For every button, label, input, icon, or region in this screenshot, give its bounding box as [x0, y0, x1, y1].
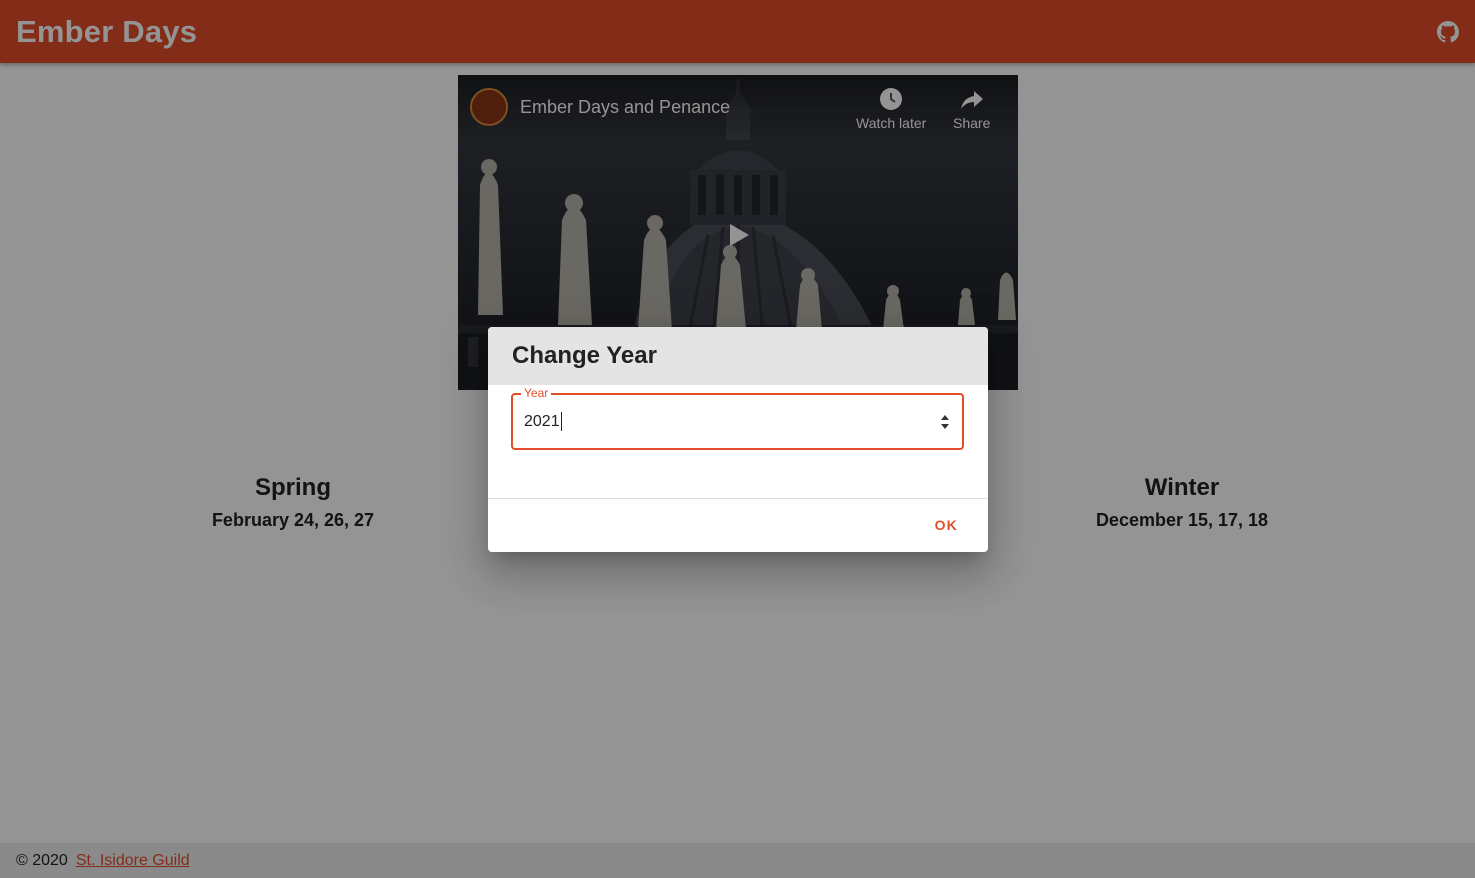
dialog-actions: OK	[488, 499, 988, 551]
year-input-value: 2021	[524, 412, 560, 430]
dialog-body: Year 2021	[488, 385, 988, 499]
ok-button[interactable]: OK	[927, 511, 966, 539]
dialog-header: Change Year	[488, 327, 988, 385]
text-cursor	[560, 412, 562, 431]
number-stepper-icon[interactable]	[940, 414, 950, 430]
dialog-title: Change Year	[512, 342, 657, 369]
year-field[interactable]: Year 2021	[511, 386, 964, 450]
year-input[interactable]: 2021	[524, 412, 562, 431]
change-year-dialog: Change Year Year 2021 OK	[488, 327, 988, 552]
year-field-label: Year	[521, 386, 552, 400]
